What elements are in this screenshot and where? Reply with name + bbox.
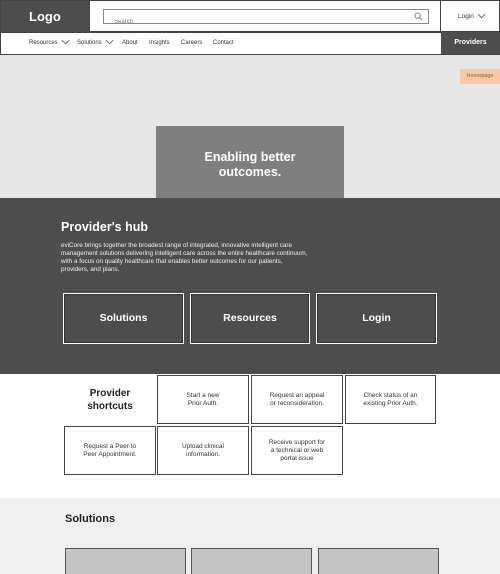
shortcut-line: existing Prior Auth. <box>363 399 418 407</box>
hub-title: Provider's hub <box>61 220 149 234</box>
chevron-down-icon <box>105 40 114 45</box>
nav-item-careers[interactable]: Careers <box>181 33 202 54</box>
solution-card[interactable] <box>65 548 186 574</box>
shortcut-label: Check status of an existing Prior Auth. <box>363 392 417 408</box>
nav-label: Solutions <box>77 40 102 46</box>
search-box[interactable] <box>103 9 429 29</box>
login-label: Login <box>458 13 474 20</box>
hub-login-button[interactable]: Login <box>315 292 438 345</box>
hub-description: eviCore brings together the broadest ran… <box>61 242 308 273</box>
shortcut-line: Upload clinical <box>182 442 224 450</box>
nav-item-insights[interactable]: Insights <box>149 33 170 54</box>
shortcut-line: Receive support for <box>268 438 326 446</box>
hero-headline-box: Enabling better outcomes. <box>156 126 344 198</box>
solution-card[interactable] <box>318 548 439 574</box>
chevron-down-icon <box>477 14 486 19</box>
shortcut-line: portal issue <box>280 454 314 462</box>
nav-label: Resources <box>29 40 58 46</box>
hero-headline-line2: outcomes. <box>218 165 282 179</box>
shortcuts-title: Provider shortcuts <box>64 387 156 413</box>
provider-shortcuts-section: Provider shortcuts Start a new Prior Auth… <box>0 374 500 498</box>
shortcut-line: a technical or web <box>270 446 324 454</box>
nav-item-about[interactable]: About <box>122 33 138 54</box>
shortcut-technical-support[interactable]: Receive support for a technical or web por… <box>251 426 343 475</box>
shortcut-line: Request a Peer to <box>83 442 137 450</box>
nav-item-solutions[interactable]: Solutions <box>77 33 114 54</box>
solutions-section: Solutions <box>0 498 500 574</box>
shortcut-line: Check status of an <box>363 391 418 399</box>
chevron-down-icon <box>61 40 70 45</box>
hub-solutions-button[interactable]: Solutions <box>62 292 185 345</box>
shortcut-line: Peer Appointment. <box>83 450 137 458</box>
nav-item-contact[interactable]: Contact <box>213 33 234 54</box>
shortcut-start-prior-auth[interactable]: Start a new Prior Auth. <box>157 375 249 424</box>
shortcut-peer-to-peer[interactable]: Request a Peer to Peer Appointment. <box>64 426 156 475</box>
shortcut-label: Receive support for a technical or web por… <box>269 439 325 463</box>
shortcut-request-appeal[interactable]: Request an appeal or reconsideration. <box>251 375 343 424</box>
search-input[interactable] <box>104 15 394 29</box>
nav-item-resources[interactable]: Resources <box>29 33 70 54</box>
shortcut-line: information. <box>186 450 220 458</box>
solutions-title: Solutions <box>65 513 116 525</box>
shortcut-label: Request an appeal or reconsideration. <box>270 392 325 408</box>
shortcut-line: Start a new <box>186 391 220 399</box>
top-bar: Logo Login <box>0 0 500 33</box>
shortcut-label: Upload clinical information. <box>182 443 224 459</box>
shortcut-line: or reconsideration. <box>270 399 324 407</box>
hero-headline-line1: Enabling better <box>204 150 296 164</box>
shortcuts-title-line1: Provider <box>89 388 131 399</box>
nav-providers-button[interactable]: Providers <box>441 32 500 54</box>
shortcut-line: Prior Auth. <box>187 399 219 407</box>
shortcut-label: Request a Peer to Peer Appointment. <box>83 443 136 459</box>
providers-hub-section: Provider's hub eviCore brings together t… <box>0 198 500 374</box>
solution-card[interactable] <box>191 548 312 574</box>
main-nav: Resources Solutions About Insights Caree… <box>0 32 500 55</box>
shortcut-upload-clinical[interactable]: Upload clinical information. <box>157 426 249 475</box>
hero-section: Homepage Enabling better outcomes. <box>0 55 500 198</box>
hub-resources-button[interactable]: Resources <box>189 292 311 345</box>
search-icon[interactable] <box>414 12 423 21</box>
login-dropdown[interactable]: Login <box>442 1 500 32</box>
shortcut-label: Start a new Prior Auth. <box>187 392 220 408</box>
homepage-tag[interactable]: Homepage <box>460 69 500 84</box>
search-area <box>89 1 441 32</box>
logo[interactable]: Logo <box>1 1 89 32</box>
shortcuts-title-line2: shortcuts <box>87 401 133 412</box>
shortcut-check-status[interactable]: Check status of an existing Prior Auth. <box>345 375 436 424</box>
shortcut-line: Request an appeal <box>269 391 325 399</box>
